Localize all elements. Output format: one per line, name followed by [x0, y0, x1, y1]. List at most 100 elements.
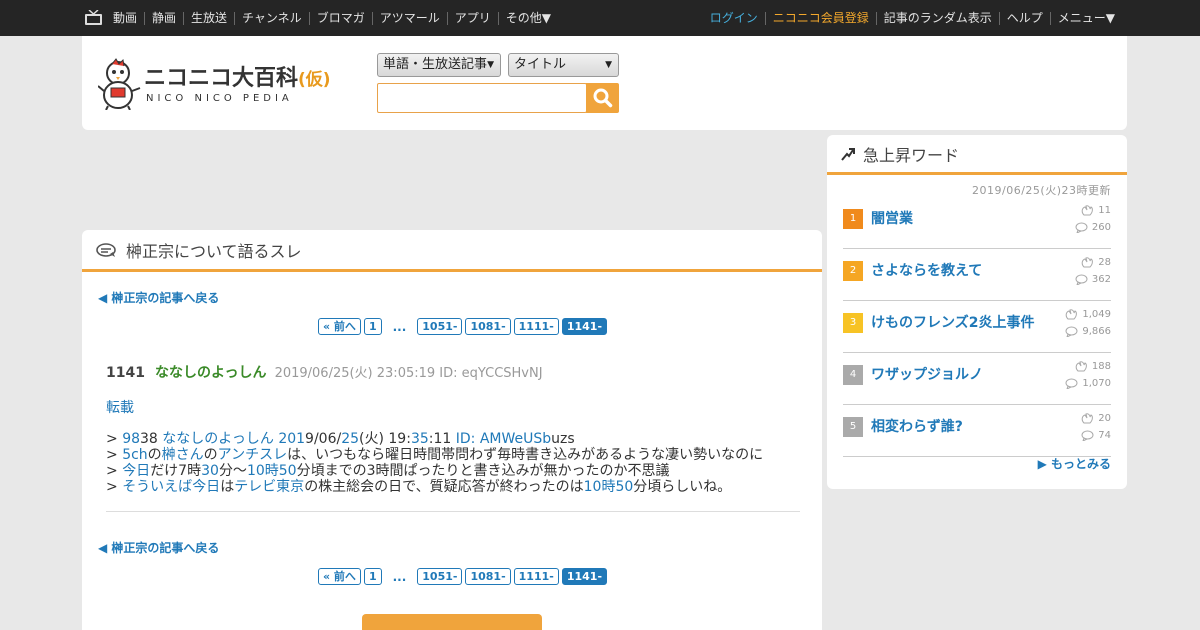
- account-links: ログイン ニコニコ会員登録 記事のランダム表示 ヘルプ メニュー▼: [703, 0, 1122, 36]
- comment-count: 74: [1081, 430, 1111, 441]
- keyword-link[interactable]: 5ch: [122, 447, 147, 463]
- trending-item[interactable]: 1 闇営業 11 260: [843, 197, 1111, 249]
- page-button[interactable]: 1081-: [465, 318, 511, 335]
- thread-post: 1141 ななしのよっしん 2019/06/25(火) 23:05:19 ID:…: [106, 362, 800, 512]
- random-article-link[interactable]: 記事のランダム表示: [875, 11, 999, 25]
- keyword-link[interactable]: 35: [411, 431, 429, 447]
- thread-title: 榊正宗について語るスレ: [126, 241, 302, 261]
- back-to-article-link-bottom[interactable]: ◀ 榊正宗の記事へ戻る: [98, 539, 219, 556]
- keyword-link[interactable]: 10時50: [247, 463, 297, 479]
- page-button[interactable]: 1081-: [465, 568, 511, 585]
- search-mode-select[interactable]: タイトル ▼: [508, 53, 619, 77]
- keyword-link[interactable]: 98: [122, 431, 140, 447]
- bbs-icon: [96, 242, 116, 257]
- prev-page-button[interactable]: « 前へ: [318, 568, 361, 585]
- clap-icon: [1081, 413, 1094, 424]
- rank-badge: 3: [843, 313, 863, 333]
- post-text: >: [106, 463, 123, 479]
- post-text: だけ7時: [150, 463, 202, 479]
- clap-count: 20: [1081, 413, 1111, 424]
- back-to-article-link-top[interactable]: ◀ 榊正宗の記事へ戻る: [98, 289, 219, 306]
- trending-word-link[interactable]: 闇営業: [871, 209, 913, 229]
- trending-word-link[interactable]: 相変わらず誰?: [871, 417, 963, 437]
- search-button[interactable]: [586, 83, 619, 113]
- post-body-line: > そういえば今日はテレビ東京の株主総会の日で、質疑応答が終わったのは10時50…: [106, 479, 800, 495]
- clap-count: 188: [1075, 361, 1111, 372]
- page-button[interactable]: 1051-: [417, 318, 463, 335]
- service-link[interactable]: アプリ: [446, 11, 498, 25]
- comment-count-value: 362: [1091, 274, 1111, 285]
- keyword-link[interactable]: 今日: [192, 479, 220, 495]
- clap-count-value: 20: [1098, 413, 1111, 424]
- keyword-link[interactable]: 25: [341, 431, 359, 447]
- post-text: は、いつもなら曜日時間帯問わず毎時書き込みがあるような凄い勢いなのに: [287, 447, 764, 463]
- clap-icon: [1081, 257, 1094, 268]
- rank-badge: 2: [843, 261, 863, 281]
- clap-icon: [1075, 361, 1087, 372]
- post-text: の株主総会の日で、質疑応答が終わったのは: [304, 479, 584, 495]
- trending-word-link[interactable]: さよならを教えて: [871, 261, 982, 281]
- help-link[interactable]: ヘルプ: [998, 11, 1050, 25]
- post-text: :11: [428, 431, 456, 447]
- register-link[interactable]: ニコニコ会員登録: [764, 11, 876, 25]
- keyword-link[interactable]: 今日: [122, 463, 150, 479]
- keyword-link[interactable]: 榊さん: [162, 447, 204, 463]
- clap-count-value: 188: [1091, 361, 1111, 372]
- keyword-link[interactable]: テレビ東京: [234, 479, 304, 495]
- rank-badge: 4: [843, 365, 863, 385]
- post-number[interactable]: 1141: [106, 365, 145, 381]
- service-link[interactable]: 生放送: [183, 11, 234, 25]
- page-button[interactable]: 1111-: [513, 318, 559, 335]
- page-button[interactable]: 1111-: [513, 568, 559, 585]
- login-link[interactable]: ログイン: [703, 11, 765, 25]
- current-page-button[interactable]: 1141-: [561, 568, 608, 585]
- post-repost-link[interactable]: 転載: [106, 397, 800, 417]
- post-text: >: [106, 431, 123, 447]
- post-reply-button[interactable]: [362, 614, 542, 630]
- comment-count: 1,070: [1065, 378, 1111, 389]
- post-text: >: [106, 479, 123, 495]
- trending-word-link[interactable]: けものフレンズ2炎上事件: [871, 313, 1034, 333]
- trending-item[interactable]: 4 ワザップジョルノ 188 1,070: [843, 353, 1111, 405]
- service-link[interactable]: 動画: [106, 11, 144, 25]
- page-1-button[interactable]: 1: [363, 318, 382, 335]
- keyword-link[interactable]: ID: AMWeUSb: [456, 431, 551, 447]
- service-link[interactable]: チャンネル: [234, 11, 309, 25]
- trending-item[interactable]: 5 相変わらず誰? 20 74: [843, 405, 1111, 457]
- keyword-link[interactable]: ななしのよっしん: [162, 431, 278, 447]
- keyword-link[interactable]: 30: [201, 463, 219, 479]
- page-button[interactable]: 1051-: [417, 568, 463, 585]
- trending-word-link[interactable]: ワザップジョルノ: [871, 365, 983, 385]
- post-text: の: [203, 447, 218, 463]
- page-1-button[interactable]: 1: [363, 568, 382, 585]
- service-link[interactable]: ブロマガ: [308, 11, 372, 25]
- keyword-link[interactable]: 10時50: [584, 479, 634, 495]
- keyword-link[interactable]: そういえば: [122, 479, 192, 495]
- dropdown-arrow-icon: ▼: [605, 60, 612, 70]
- post-body-line: > 5chの榊さんのアンチスレは、いつもなら曜日時間帯問わず毎時書き込みがあるよ…: [106, 447, 800, 463]
- niconico-tv-icon[interactable]: [85, 10, 102, 25]
- prev-page-button[interactable]: « 前へ: [318, 318, 361, 335]
- post-body: > 9838 ななしのよっしん 2019/06/25(火) 19:35:11 I…: [106, 431, 800, 495]
- trending-item[interactable]: 2 さよならを教えて 28 362: [843, 249, 1111, 301]
- post-text: 9/06/: [305, 431, 342, 447]
- search-category-select[interactable]: 単語・生放送記事 ▼: [377, 53, 501, 77]
- service-link[interactable]: その他▼: [497, 11, 558, 25]
- keyword-link[interactable]: 201: [278, 431, 305, 447]
- clap-count: 28: [1081, 257, 1111, 268]
- play-arrow-icon: ▶: [1037, 457, 1051, 471]
- logo-title: ニコニコ大百科(仮): [144, 66, 331, 91]
- see-more-link[interactable]: ▶ もっとみる: [1038, 455, 1111, 472]
- trending-item[interactable]: 3 けものフレンズ2炎上事件 1,049 9,866: [843, 301, 1111, 353]
- clap-icon: [1081, 205, 1094, 216]
- keyword-link[interactable]: アンチスレ: [218, 447, 287, 463]
- search-input[interactable]: [377, 83, 587, 113]
- comment-icon: [1075, 222, 1088, 233]
- nicopedia-logo[interactable]: ニコニコ大百科(仮) NICO NICO PEDIA: [98, 56, 348, 112]
- menu-dropdown[interactable]: メニュー▼: [1049, 11, 1122, 25]
- pagination-ellipsis: ...: [392, 319, 407, 334]
- service-link[interactable]: 静画: [144, 11, 183, 25]
- current-page-button[interactable]: 1141-: [561, 318, 608, 335]
- service-link[interactable]: アツマール: [371, 11, 447, 25]
- post-divider: [106, 511, 800, 512]
